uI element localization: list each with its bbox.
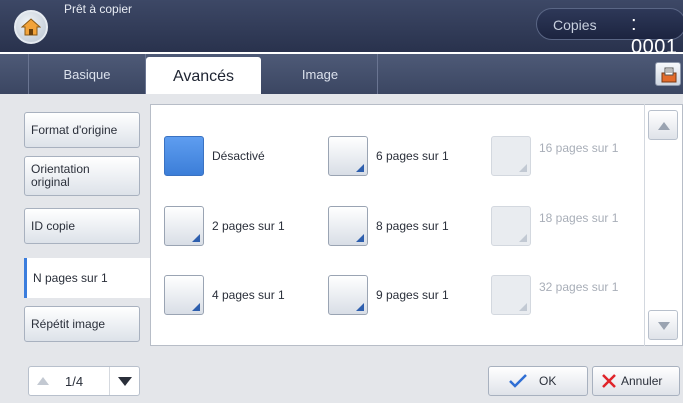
option-label: 18 pages sur 1 [539,211,619,225]
option-label: 2 pages sur 1 [212,219,285,233]
option-9-pages[interactable]: 9 pages sur 1 [328,275,449,315]
option-4-pages[interactable]: 4 pages sur 1 [164,275,285,315]
ok-label: OK [539,374,557,388]
option-checkbox [328,275,368,315]
page-prev-button[interactable] [29,367,57,395]
tab-bar: Basique Avancés Image [0,54,683,97]
status-text: Prêt à copier [64,2,133,16]
sidebar-item-label: N pages sur 1 [33,270,108,285]
option-16-pages: 16 pages sur 1 [491,136,618,176]
option-18-pages: 18 pages sur 1 [491,206,618,246]
option-checkbox [491,206,531,246]
option-desactive[interactable]: Désactivé [164,136,265,176]
home-button[interactable] [14,10,48,44]
option-32-pages: 32 pages sur 1 [491,275,618,315]
page-next-button[interactable] [109,367,139,395]
tab-basique[interactable]: Basique [28,54,146,94]
document-stack-icon [661,67,677,83]
option-checkbox [164,275,204,315]
triangle-down-icon [118,377,132,386]
option-label: 16 pages sur 1 [539,141,619,155]
option-label: 9 pages sur 1 [376,288,449,302]
page-navigator: 1/4 [28,366,140,396]
option-checkbox [164,206,204,246]
sidebar-item-label: Orientation original [31,162,90,189]
option-label: 32 pages sur 1 [539,280,619,294]
sidebar-item-label: Format d'origine [31,122,118,137]
scroll-column [644,104,682,346]
header-bar: Prêt à copier Copies : 0001 [0,0,683,58]
sidebar-item-label: ID copie [31,218,76,233]
scroll-up-button[interactable] [648,110,678,140]
page-indicator: 1/4 [65,374,84,389]
option-label: 6 pages sur 1 [376,149,449,163]
home-icon [21,18,41,36]
sidebar-item-id-copie[interactable]: ID copie [24,208,140,244]
sidebar-item-label: Répétit image [31,316,106,331]
copies-value: : 0001 [631,13,678,58]
tab-image[interactable]: Image [263,54,378,94]
option-label: Désactivé [212,149,265,163]
option-label: 4 pages sur 1 [212,288,285,302]
option-checkbox [328,206,368,246]
option-6-pages[interactable]: 6 pages sur 1 [328,136,449,176]
triangle-up-icon [658,122,670,130]
checkmark-icon [509,374,527,388]
sidebar-item-format-origine[interactable]: Format d'origine [24,112,140,148]
close-icon [602,374,616,388]
footer-bar: 1/4 OK Annuler [0,358,683,403]
option-8-pages[interactable]: 8 pages sur 1 [328,206,449,246]
option-checkbox [164,136,204,176]
option-checkbox [491,136,531,176]
sidebar-item-repetit-image[interactable]: Répétit image [24,306,140,342]
copies-counter[interactable]: Copies : 0001 [536,8,683,58]
sidebar-item-orientation-original[interactable]: Orientation original [24,156,140,196]
sidebar-item-n-pages-sur-1[interactable]: N pages sur 1 [24,258,152,298]
scroll-down-button[interactable] [648,310,678,340]
cancel-button[interactable]: Annuler [592,366,680,396]
triangle-down-icon [658,322,670,330]
cancel-label: Annuler [621,374,663,388]
option-2-pages[interactable]: 2 pages sur 1 [164,206,285,246]
copies-label: Copies [553,17,597,33]
triangle-up-icon [37,377,49,385]
option-checkbox [491,275,531,315]
tab-avances[interactable]: Avancés [146,57,261,97]
option-checkbox [328,136,368,176]
ok-button[interactable]: OK [488,366,588,396]
job-settings-button[interactable] [655,62,681,86]
option-label: 8 pages sur 1 [376,219,449,233]
